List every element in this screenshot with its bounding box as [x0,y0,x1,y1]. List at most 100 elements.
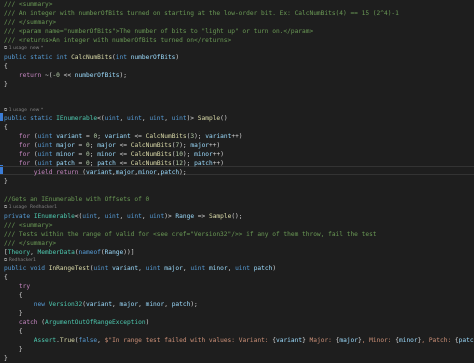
code-token: , Minor: [361,337,396,345]
code-token: for [4,160,34,168]
code-token: <= [115,142,131,150]
code-token: for [4,151,34,159]
code-line: /// </summary> [4,18,56,27]
code-token: variant [85,301,113,309]
code-token: } [4,346,23,354]
code-token: )> [164,212,176,220]
code-token: } [4,310,23,318]
code-token: ); [179,142,191,150]
code-token: = [74,151,87,159]
code-token: ))] [123,248,135,256]
code-editor[interactable]: /// <summary> /// An integer with numberO… [0,0,474,362]
codelens[interactable]: ⧉ 1 usage Redhacker1 [4,204,57,211]
code-token: major [339,337,358,345]
codelens[interactable]: ⧉ Redhacker1 [4,257,36,264]
code-token: nameof [78,248,101,256]
code-token: <= [115,160,131,168]
code-token: //Gets an IEnumerable with Offsets of 0 [4,196,150,204]
code-token: CalcNumBits [145,133,187,141]
code-line: /// <param name="numberOfBits">The numbe… [4,27,313,36]
code-token: , [138,301,146,309]
code-line: private IEnumerable<(uint, uint, uint, u… [4,212,243,221]
code-token: variant [104,133,131,141]
code-line: try [4,282,30,291]
code-line: /// Tests within the range of valid for … [4,230,377,239]
code-token: CalcNumBits [130,160,172,168]
code-token: << [59,71,75,79]
code-token: public void [4,265,49,273]
codelens-text: new * [29,107,44,113]
code-token: patch [97,160,116,168]
code-token: int [115,53,131,61]
code-token: patch [56,160,75,168]
code-token: /// <summary> [4,221,53,229]
code-token: () [220,115,228,123]
code-token: , [112,301,120,309]
code-token: )> [186,115,198,123]
code-token: Sample [197,115,221,123]
code-token: patch [160,169,180,177]
code-token: uint [37,142,57,150]
code-token: <= [115,151,131,159]
code-token: major [56,142,75,150]
code-line: for (uint major = 0; major <= CalcNumBit… [4,141,220,150]
code-token: false [78,337,98,345]
code-line: { [4,273,8,282]
code-token: -0 [52,71,60,79]
code-token: uint [126,212,142,220]
code-token: Theory [7,248,31,256]
code-token: IEnumerable [33,212,75,220]
code-token: variant [276,337,303,345]
code-line: { [4,327,23,336]
code-token: ); [190,301,198,309]
code-token: uint [104,115,120,123]
code-token: ++) [231,133,243,141]
code-token: } [4,355,8,363]
codelens-text: 1 usage [8,205,30,211]
code-token: /// Tests within the range of valid for … [4,230,377,238]
code-line: } [4,309,23,318]
code-token: uint [37,151,57,159]
code-token: for [4,142,34,150]
code-token: variant [56,133,83,141]
code-line: Assert.True(false, $"In range test faile… [4,336,474,345]
code-token: True [59,337,75,345]
code-token: uint [190,265,209,273]
code-token: variant [205,133,232,141]
code-line: public static IEnumerable<(uint, uint, u… [4,114,228,123]
code-token: patch [253,265,273,273]
code-token: ArgumentOutOfRangeException [45,319,146,327]
code-token: } [4,80,8,88]
code-token: ); [194,133,206,141]
code-line: /// </summary> [4,239,56,248]
code-line: for (uint variant = 0; variant <= CalcNu… [4,132,243,141]
code-token: major [97,142,116,150]
codelens[interactable]: ⧉ 1 usage new * [4,45,43,52]
code-token: CalcNumBits [130,142,172,150]
code-token: minor [138,169,157,177]
code-token: ); [182,151,195,159]
code-token: , [164,301,172,309]
code-token: return [4,71,45,79]
codelens[interactable]: ⧉ 1 usage new * [4,107,43,114]
codelens-text: 1 usage [8,46,30,51]
code-line: } [4,345,23,354]
code-token: CalcNumBits [130,151,172,159]
code-token: Version32 [48,301,83,309]
code-token: 12 [175,160,183,168]
code-token: patch [171,301,191,309]
code-line: return ~(-0 << numberOfBits); [4,71,127,80]
code-line: new Version32(variant, major, minor, pat… [4,300,198,309]
code-token: minor [145,301,165,309]
code-token: <= [130,133,146,141]
code-token: uint [104,212,120,220]
code-token: numberOfBits [130,53,176,61]
codelens-text: Redhacker1 [8,257,36,263]
code-token: /// </summary> [4,239,57,247]
code-token: , [164,115,172,123]
code-token: , [97,212,105,220]
code-token: yield return [4,169,83,177]
code-token: uint [149,212,165,220]
code-token: (); [231,212,243,220]
code-token: /// <summary> [4,1,53,8]
